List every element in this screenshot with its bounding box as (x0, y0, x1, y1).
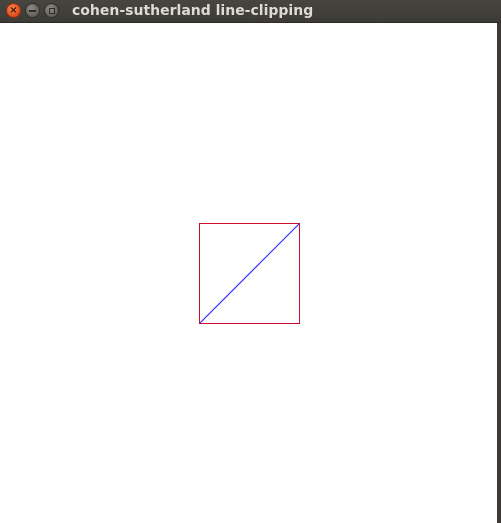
close-icon: × (9, 4, 18, 16)
clipped-line-segment (199, 223, 300, 324)
drawing-surface (199, 223, 300, 324)
maximize-button[interactable] (44, 3, 59, 18)
window-right-border (497, 23, 501, 523)
titlebar[interactable]: × cohen-sutherland line-clipping (0, 0, 501, 23)
minimize-button[interactable] (25, 3, 40, 18)
close-button[interactable]: × (6, 3, 21, 18)
maximize-icon (48, 7, 55, 14)
app-window: × cohen-sutherland line-clipping (0, 0, 501, 523)
minimize-icon (29, 9, 36, 12)
window-title: cohen-sutherland line-clipping (72, 3, 314, 19)
drawing-canvas (0, 23, 497, 523)
